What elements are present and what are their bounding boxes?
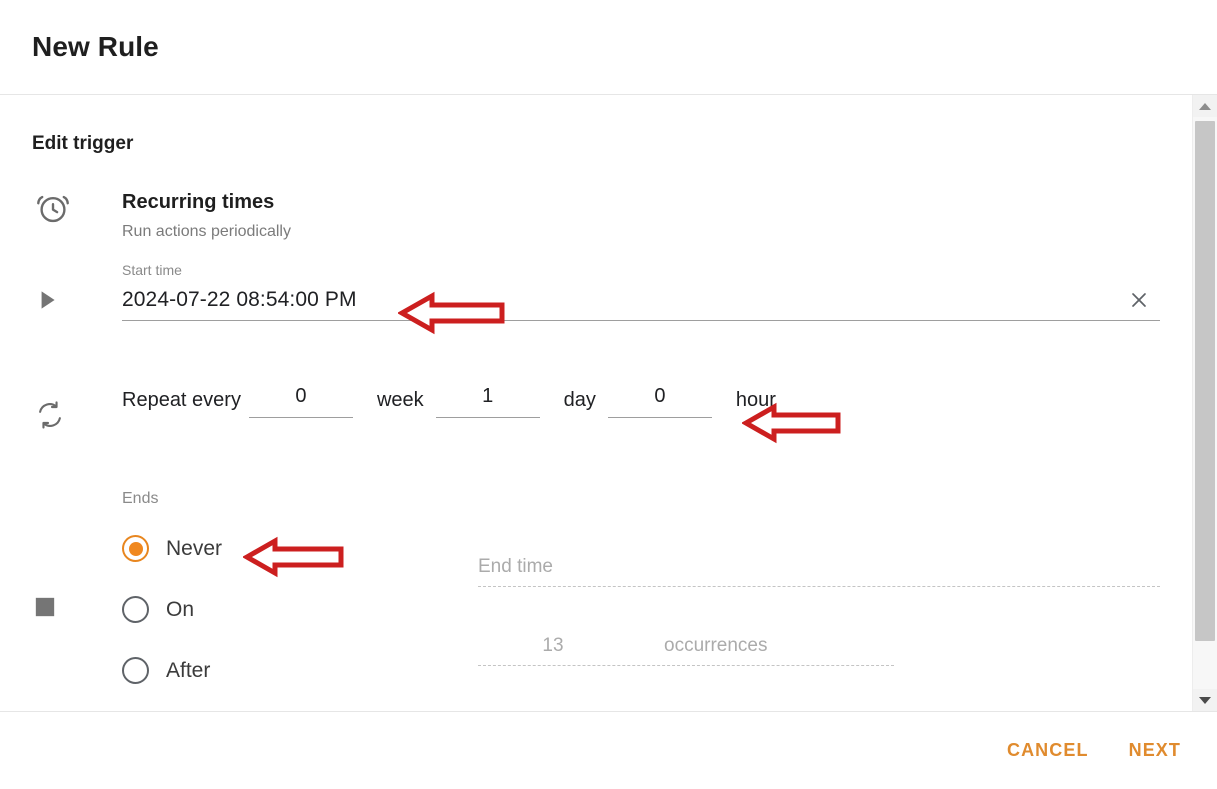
repeat-hour-unit: hour (735, 389, 776, 412)
start-time-label: Start time (122, 262, 182, 278)
occurrences-input[interactable]: 13 (478, 635, 628, 657)
start-time-fields: Start time 2024-07-22 08:54:00 PM (122, 262, 1160, 322)
ends-fields: Ends Never On After End time 13 occurren… (122, 490, 1160, 701)
ends-value-fields: End time 13 occurrences (478, 518, 1160, 667)
chevron-up-icon (1199, 102, 1211, 110)
dialog-scroll-content: Edit trigger Recurring times Run actions… (0, 95, 1192, 711)
stop-square-icon (34, 596, 56, 623)
repeat-day-input[interactable]: 1 (435, 385, 540, 419)
scrollbar-up-button[interactable] (1193, 95, 1217, 117)
alarm-clock-icon (34, 189, 72, 232)
start-time-input[interactable]: 2024-07-22 08:54:00 PM (122, 287, 1160, 322)
repeat-fields: Repeat every 0 week 1 day 0 hour (122, 385, 1160, 419)
ends-row: Ends Never On After End time 13 occurren… (32, 490, 1160, 701)
ends-label: Ends (122, 490, 159, 508)
page-title: New Rule (32, 31, 159, 62)
repeat-hour-input[interactable]: 0 (607, 385, 712, 419)
ends-option-after-label: After (166, 658, 211, 682)
ends-option-after[interactable]: After (122, 640, 478, 701)
trigger-description: Run actions periodically (122, 223, 291, 240)
repeat-label: Repeat every (122, 389, 241, 412)
close-icon[interactable] (1126, 287, 1152, 313)
start-time-icon-column (32, 263, 122, 318)
repeat-week-unit: week (376, 389, 424, 412)
dialog-body-wrap: Edit trigger Recurring times Run actions… (0, 95, 1217, 711)
ends-option-never-label: Never (166, 536, 223, 560)
scrollbar-track[interactable] (1193, 117, 1217, 689)
radio-never[interactable] (122, 535, 149, 563)
chevron-down-icon (1199, 696, 1211, 704)
vertical-scrollbar[interactable] (1192, 95, 1217, 711)
end-time-input[interactable]: End time (478, 556, 1160, 588)
start-time-row: Start time 2024-07-22 08:54:00 PM (32, 262, 1160, 322)
dialog-header: New Rule (0, 0, 1217, 95)
ends-option-on[interactable]: On (122, 579, 478, 640)
ends-option-never[interactable]: Never (122, 518, 478, 579)
dialog-footer: CANCEL NEXT (0, 711, 1217, 789)
ends-options: Never On After (122, 518, 478, 701)
trigger-texts: Recurring times Run actions periodically (122, 189, 291, 241)
ends-icon-column (32, 490, 122, 623)
section-title: Edit trigger (32, 133, 134, 154)
play-icon (34, 287, 60, 318)
ends-grid: Never On After End time 13 occurrences (122, 518, 1160, 701)
radio-on[interactable] (122, 596, 149, 624)
repeat-icon-column (32, 385, 122, 436)
trigger-summary: Recurring times Run actions periodically (32, 189, 1160, 241)
repeat-week-input[interactable]: 0 (248, 385, 353, 419)
trigger-name: Recurring times (122, 191, 275, 213)
next-button[interactable]: NEXT (1125, 734, 1185, 767)
occurrences-unit-label: occurrences (664, 635, 768, 657)
new-rule-dialog: New Rule Edit trigger Recurring times Ru… (0, 0, 1217, 789)
occurrences-field[interactable]: 13 occurrences (478, 635, 894, 667)
repeat-line: Repeat every 0 week 1 day 0 hour (122, 385, 1160, 419)
sync-icon (34, 399, 66, 436)
repeat-day-unit: day (563, 389, 596, 412)
scrollbar-down-button[interactable] (1193, 689, 1217, 711)
trigger-icon-column (32, 189, 122, 232)
cancel-button[interactable]: CANCEL (1003, 734, 1093, 767)
radio-after[interactable] (122, 657, 149, 685)
ends-option-on-label: On (166, 597, 195, 621)
start-time-value: 2024-07-22 08:54:00 PM (122, 288, 357, 312)
repeat-row: Repeat every 0 week 1 day 0 hour (32, 385, 1160, 436)
scrollbar-thumb[interactable] (1195, 121, 1215, 641)
